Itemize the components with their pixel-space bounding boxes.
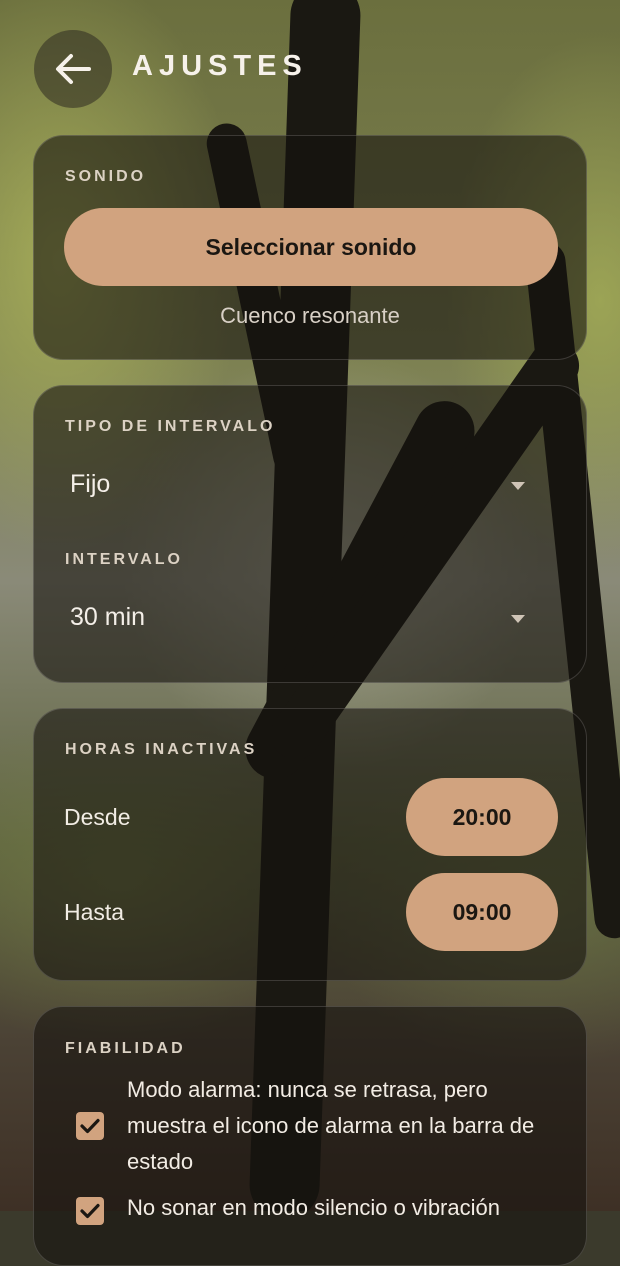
chevron-down-icon bbox=[511, 615, 525, 623]
alarm-mode-text: Modo alarma: nunca se retrasa, pero mues… bbox=[127, 1077, 535, 1174]
reliability-label: FIABILIDAD bbox=[65, 1040, 186, 1057]
check-icon bbox=[80, 1203, 100, 1219]
interval-label: INTERVALO bbox=[65, 551, 183, 568]
sound-card: SONIDO Seleccionar sonido Cuenco resonan… bbox=[33, 135, 587, 360]
current-sound-text: Cuenco resonante bbox=[220, 303, 400, 328]
check-icon bbox=[80, 1118, 100, 1134]
inactive-hours-label: HORAS INACTIVAS bbox=[65, 741, 258, 758]
from-label: Desde bbox=[64, 804, 131, 830]
select-sound-button[interactable]: Seleccionar sonido bbox=[64, 208, 558, 286]
interval-value: 30 min bbox=[70, 603, 146, 631]
sound-section-label: SONIDO bbox=[65, 168, 147, 185]
interval-card: TIPO DE INTERVALO Fijo INTERVALO 30 min bbox=[33, 385, 587, 683]
to-label: Hasta bbox=[64, 899, 125, 925]
back-button[interactable] bbox=[34, 30, 112, 108]
arrow-left-icon bbox=[56, 54, 91, 84]
page-title: AJUSTES bbox=[132, 50, 308, 82]
to-time-button[interactable]: 09:00 bbox=[406, 873, 558, 951]
alarm-mode-checkbox[interactable] bbox=[76, 1112, 104, 1140]
reliability-card: FIABILIDAD Modo alarma: nunca se retrasa… bbox=[33, 1006, 587, 1266]
silent-mode-checkbox[interactable] bbox=[76, 1197, 104, 1225]
interval-type-label: TIPO DE INTERVALO bbox=[65, 418, 276, 435]
interval-type-value: Fijo bbox=[70, 470, 111, 498]
from-time-button[interactable]: 20:00 bbox=[406, 778, 558, 856]
silent-mode-text: No sonar en modo silencio o vibración bbox=[127, 1195, 500, 1220]
inactive-hours-card: HORAS INACTIVAS Desde 20:00 Hasta 09:00 bbox=[33, 708, 587, 981]
interval-dropdown[interactable]: 30 min bbox=[34, 589, 586, 649]
chevron-down-icon bbox=[511, 482, 525, 490]
interval-type-dropdown[interactable]: Fijo bbox=[34, 456, 586, 516]
